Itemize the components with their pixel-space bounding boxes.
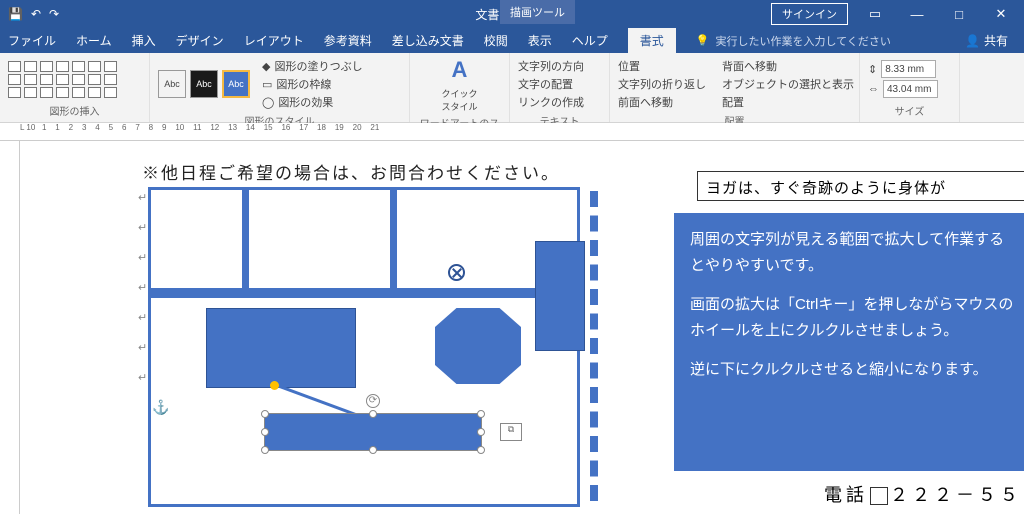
marker-icon[interactable] — [448, 264, 465, 281]
ribbon: 図形の挿入 Abc Abc Abc ◆図形の塗りつぶし ▭図形の枠線 ◯図形の効… — [0, 53, 1024, 123]
selection-pane-button[interactable]: オブジェクトの選択と表示 — [722, 75, 854, 93]
tab-review[interactable]: 校閲 — [484, 32, 508, 49]
octagon-shape[interactable] — [435, 308, 521, 384]
para-mark: ↵ — [138, 191, 147, 204]
text-direction-button[interactable]: 文字列の方向 — [518, 57, 584, 75]
tab-file[interactable]: ファイル — [8, 32, 56, 49]
resize-handle-ne[interactable] — [477, 410, 485, 418]
adjust-handle[interactable] — [270, 381, 279, 390]
tab-mailings[interactable]: 差し込み文書 — [392, 32, 464, 49]
tab-layout[interactable]: レイアウト — [244, 32, 304, 49]
tip-text-2: 画面の拡大は「Ctrlキー」を押しながらマウスのホイールを上にクルクルさせましょ… — [690, 292, 1016, 343]
tip-text-3: 逆に下にクルクルさせると縮小になります。 — [690, 357, 1016, 383]
shapes-gallery[interactable] — [8, 61, 117, 98]
vertical-ruler[interactable] — [0, 141, 20, 514]
resize-handle-se[interactable] — [477, 446, 485, 454]
resize-handle-sw[interactable] — [261, 446, 269, 454]
send-backward-button[interactable]: 背面へ移動 — [722, 57, 854, 75]
tip-callout: 周囲の文字列が見える範囲で拡大して作業するとやりやすいです。 画面の拡大は「Ct… — [674, 213, 1024, 471]
undo-icon[interactable]: ↶ — [31, 7, 41, 21]
redo-icon[interactable]: ↷ — [49, 7, 59, 21]
save-icon[interactable]: 💾 — [8, 7, 23, 21]
contextual-tab-label: 描画ツール — [500, 0, 575, 24]
style-preset-1[interactable]: Abc — [158, 70, 186, 98]
create-link-button[interactable]: リンクの作成 — [518, 93, 584, 111]
align-button[interactable]: 配置 — [722, 93, 854, 111]
title-bar: 💾 ↶ ↷ 文書 1 - Word 描画ツール サインイン ▭ ― □ ✕ — [0, 0, 1024, 28]
para-mark: ↵ — [138, 221, 147, 234]
tab-view[interactable]: 表示 — [528, 32, 552, 49]
workspace: ※他日程ご希望の場合は、お問合わせください。 ⟳ ⧉ ⚓ ヨガは、すぐ奇跡のよう… — [0, 141, 1024, 514]
tip-text-1: 周囲の文字列が見える範囲で拡大して作業するとやりやすいです。 — [690, 227, 1016, 278]
road-vertical-2[interactable] — [390, 190, 397, 290]
lightbulb-icon: 💡 — [696, 34, 710, 47]
tab-format[interactable]: 書式 — [628, 28, 676, 53]
ribbon-options-icon[interactable]: ▭ — [860, 6, 890, 22]
resize-handle-s[interactable] — [369, 446, 377, 454]
shape-fill-button[interactable]: ◆図形の塗りつぶし — [262, 57, 363, 75]
document-canvas[interactable]: ※他日程ご希望の場合は、お問合わせください。 ⟳ ⧉ ⚓ ヨガは、すぐ奇跡のよう… — [20, 141, 1024, 514]
position-button[interactable]: 位置 — [618, 57, 706, 75]
close-icon[interactable]: ✕ — [986, 6, 1016, 22]
rotate-handle[interactable]: ⟳ — [366, 394, 380, 408]
para-mark: ↵ — [138, 371, 147, 384]
resize-handle-e[interactable] — [477, 428, 485, 436]
group-label-size: サイズ — [868, 101, 951, 118]
anchor-icon: ⚓ — [152, 399, 169, 416]
tell-me-search[interactable]: 💡 実行したい作業を入力してください — [696, 33, 891, 49]
style-preset-2[interactable]: Abc — [190, 70, 218, 98]
resize-handle-nw[interactable] — [261, 410, 269, 418]
building-tall[interactable] — [535, 241, 585, 351]
menu-bar: ファイル ホーム 挿入 デザイン レイアウト 参考資料 差し込み文書 校閲 表示… — [0, 28, 1024, 53]
share-button[interactable]: 👤 共有 — [965, 32, 1008, 49]
resize-handle-n[interactable] — [369, 410, 377, 418]
resize-handle-w[interactable] — [261, 428, 269, 436]
shape-outline-button[interactable]: ▭図形の枠線 — [262, 75, 363, 93]
group-label-insert-shapes: 図形の挿入 — [8, 101, 141, 118]
tab-insert[interactable]: 挿入 — [132, 32, 156, 49]
maximize-icon[interactable]: □ — [944, 7, 974, 22]
wrap-text-button[interactable]: 文字列の折り返し — [618, 75, 706, 93]
road-horizontal[interactable] — [151, 288, 577, 298]
horizontal-ruler[interactable]: L 10 1 1 2 3 4 5 6 7 8 9 10 11 12 13 14 … — [0, 123, 1024, 141]
height-input[interactable]: ⇕8.33 mm — [868, 59, 938, 79]
style-preset-3[interactable]: Abc — [222, 70, 250, 98]
road-vertical-1[interactable] — [242, 190, 249, 290]
fill-icon: ◆ — [262, 60, 270, 73]
layout-options-icon[interactable]: ⧉ — [500, 423, 522, 441]
shape-effects-button[interactable]: ◯図形の効果 — [262, 93, 363, 111]
minimize-icon[interactable]: ― — [902, 7, 932, 22]
body-text: ※他日程ご希望の場合は、お問合わせください。 — [142, 159, 560, 184]
para-mark: ↵ — [138, 281, 147, 294]
phone-text: 電話２２２－５５ — [824, 481, 1022, 507]
align-text-button[interactable]: 文字の配置 — [518, 75, 584, 93]
bring-forward-button[interactable]: 前面へ移動 — [618, 93, 706, 111]
outline-icon: ▭ — [262, 78, 272, 91]
signin-button[interactable]: サインイン — [771, 3, 848, 25]
height-icon: ⇕ — [868, 63, 877, 76]
wordart-icon[interactable]: A — [452, 57, 468, 83]
tab-references[interactable]: 参考資料 — [324, 32, 372, 49]
tab-design[interactable]: デザイン — [176, 32, 224, 49]
share-icon: 👤 — [965, 34, 980, 48]
width-input[interactable]: ⇔43.04 mm — [868, 79, 938, 99]
para-mark: ↵ — [138, 311, 147, 324]
selected-rectangle[interactable]: ⟳ — [264, 413, 482, 451]
text-frame[interactable]: ヨガは、すぐ奇跡のように身体が — [697, 171, 1024, 201]
tab-help[interactable]: ヘルプ — [572, 32, 608, 49]
width-icon: ⇔ — [868, 83, 879, 95]
effects-icon: ◯ — [262, 96, 274, 109]
tab-home[interactable]: ホーム — [76, 32, 112, 49]
building-rect[interactable] — [206, 308, 356, 388]
para-mark: ↵ — [138, 251, 147, 264]
para-mark: ↵ — [138, 341, 147, 354]
dashed-line[interactable] — [590, 191, 598, 501]
